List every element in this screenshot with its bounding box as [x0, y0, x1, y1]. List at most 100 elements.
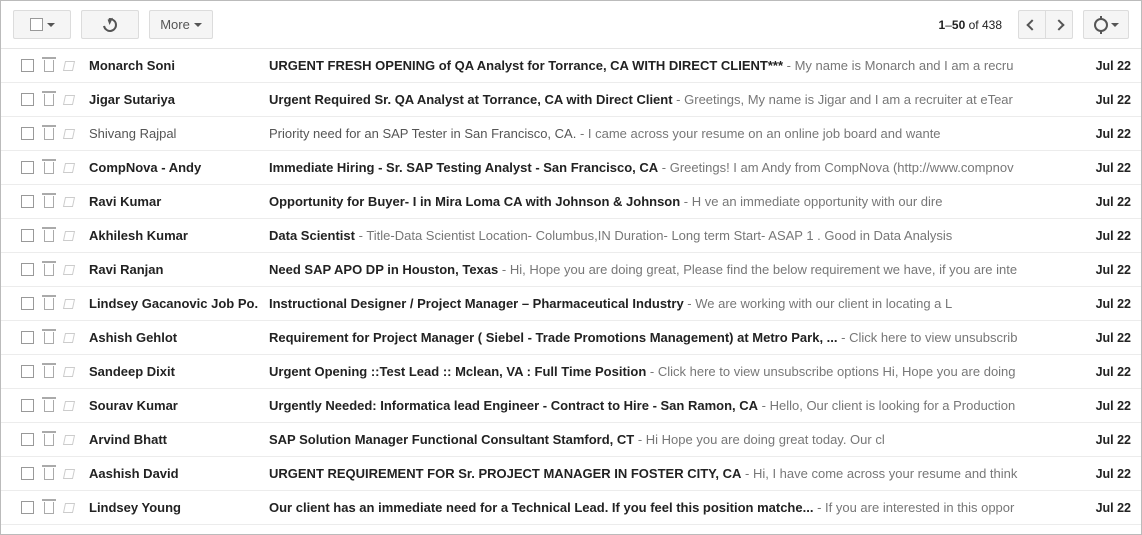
label-icon[interactable]	[63, 265, 75, 275]
label-icon[interactable]	[63, 129, 75, 139]
row-checkbox[interactable]	[21, 467, 34, 480]
email-date: Jul 22	[1067, 263, 1131, 277]
subject: Instructional Designer / Project Manager…	[269, 296, 684, 311]
snippet: Greetings! I am Andy from CompNova (http…	[670, 160, 1014, 175]
row-actions	[21, 161, 89, 174]
more-label: More	[160, 17, 190, 32]
email-row[interactable]: Sourav KumarUrgently Needed: Informatica…	[1, 389, 1141, 423]
subject: Urgent Opening ::Test Lead :: Mclean, VA…	[269, 364, 646, 379]
row-checkbox[interactable]	[21, 59, 34, 72]
email-row[interactable]: CompNova - AndyImmediate Hiring - Sr. SA…	[1, 151, 1141, 185]
trash-icon[interactable]	[44, 162, 54, 174]
trash-icon[interactable]	[44, 264, 54, 276]
email-row[interactable]: Shivang RajpalPriority need for an SAP T…	[1, 117, 1141, 151]
sender-name: Ravi Ranjan	[89, 262, 269, 277]
settings-button[interactable]	[1083, 10, 1129, 39]
refresh-button[interactable]	[81, 10, 139, 39]
row-actions	[21, 399, 89, 412]
label-icon[interactable]	[63, 435, 75, 445]
subject-snippet: Priority need for an SAP Tester in San F…	[269, 126, 1067, 141]
subject: Priority need for an SAP Tester in San F…	[269, 126, 576, 141]
row-actions	[21, 467, 89, 480]
email-row[interactable]: Ravi RanjanNeed SAP APO DP in Houston, T…	[1, 253, 1141, 287]
separator: -	[783, 58, 795, 73]
sender-name: Shivang Rajpal	[89, 126, 269, 141]
row-checkbox[interactable]	[21, 161, 34, 174]
trash-icon[interactable]	[44, 332, 54, 344]
next-page-button[interactable]	[1045, 10, 1073, 39]
email-row[interactable]: Arvind BhattSAP Solution Manager Functio…	[1, 423, 1141, 457]
snippet: Greetings, My name is Jigar and I am a r…	[684, 92, 1013, 107]
email-row[interactable]: Lindsey Gacanovic Job Po.Instructional D…	[1, 287, 1141, 321]
row-checkbox[interactable]	[21, 127, 34, 140]
trash-icon[interactable]	[44, 366, 54, 378]
email-row[interactable]: Ravi KumarOpportunity for Buyer- I in Mi…	[1, 185, 1141, 219]
subject-snippet: Opportunity for Buyer- I in Mira Loma CA…	[269, 194, 1067, 209]
checkbox-icon	[30, 18, 43, 31]
row-actions	[21, 433, 89, 446]
subject: Urgent Required Sr. QA Analyst at Torran…	[269, 92, 673, 107]
email-row[interactable]: Ashish GehlotRequirement for Project Man…	[1, 321, 1141, 355]
chevron-right-icon	[1053, 19, 1064, 30]
trash-icon[interactable]	[44, 434, 54, 446]
label-icon[interactable]	[63, 469, 75, 479]
row-checkbox[interactable]	[21, 229, 34, 242]
prev-page-button[interactable]	[1018, 10, 1046, 39]
label-icon[interactable]	[63, 163, 75, 173]
sender-name: Akhilesh Kumar	[89, 228, 269, 243]
email-date: Jul 22	[1067, 331, 1131, 345]
sender-name: Arvind Bhatt	[89, 432, 269, 447]
row-checkbox[interactable]	[21, 297, 34, 310]
row-checkbox[interactable]	[21, 263, 34, 276]
email-row[interactable]: Monarch SoniURGENT FRESH OPENING of QA A…	[1, 49, 1141, 83]
row-checkbox[interactable]	[21, 331, 34, 344]
label-icon[interactable]	[63, 333, 75, 343]
snippet: My name is Monarch and I am a recru	[795, 58, 1014, 73]
trash-icon[interactable]	[44, 94, 54, 106]
row-checkbox[interactable]	[21, 501, 34, 514]
more-button[interactable]: More	[149, 10, 213, 39]
email-row[interactable]: Sandeep DixitUrgent Opening ::Test Lead …	[1, 355, 1141, 389]
label-icon[interactable]	[63, 231, 75, 241]
trash-icon[interactable]	[44, 298, 54, 310]
subject-snippet: Data Scientist - Title-Data Scientist Lo…	[269, 228, 1067, 243]
subject-snippet: Requirement for Project Manager ( Siebel…	[269, 330, 1067, 345]
trash-icon[interactable]	[44, 230, 54, 242]
trash-icon[interactable]	[44, 60, 54, 72]
label-icon[interactable]	[63, 503, 75, 513]
label-icon[interactable]	[63, 401, 75, 411]
row-actions	[21, 331, 89, 344]
snippet: Click here to view unsubscribe options H…	[658, 364, 1016, 379]
trash-icon[interactable]	[44, 196, 54, 208]
row-checkbox[interactable]	[21, 399, 34, 412]
select-all-button[interactable]	[13, 10, 71, 39]
trash-icon[interactable]	[44, 468, 54, 480]
label-icon[interactable]	[63, 367, 75, 377]
subject-snippet: Urgent Required Sr. QA Analyst at Torran…	[269, 92, 1067, 107]
label-icon[interactable]	[63, 95, 75, 105]
email-row[interactable]: Jigar SutariyaUrgent Required Sr. QA Ana…	[1, 83, 1141, 117]
subject: Data Scientist	[269, 228, 355, 243]
row-checkbox[interactable]	[21, 195, 34, 208]
row-checkbox[interactable]	[21, 433, 34, 446]
subject: SAP Solution Manager Functional Consulta…	[269, 432, 634, 447]
label-icon[interactable]	[63, 197, 75, 207]
pagination-label: 1–50 of 438	[939, 18, 1002, 32]
sender-name: Sourav Kumar	[89, 398, 269, 413]
email-row[interactable]: Lindsey YoungOur client has an immediate…	[1, 491, 1141, 525]
row-checkbox[interactable]	[21, 365, 34, 378]
sender-name: Jigar Sutariya	[89, 92, 269, 107]
snippet: Click here to view unsubscrib	[849, 330, 1017, 345]
row-checkbox[interactable]	[21, 93, 34, 106]
email-date: Jul 22	[1067, 93, 1131, 107]
email-row[interactable]: Aashish DavidURGENT REQUIREMENT FOR Sr. …	[1, 457, 1141, 491]
label-icon[interactable]	[63, 299, 75, 309]
trash-icon[interactable]	[44, 128, 54, 140]
trash-icon[interactable]	[44, 502, 54, 514]
label-icon[interactable]	[63, 61, 75, 71]
subject-snippet: Urgent Opening ::Test Lead :: Mclean, VA…	[269, 364, 1067, 379]
row-actions	[21, 59, 89, 72]
email-row[interactable]: Akhilesh KumarData Scientist - Title-Dat…	[1, 219, 1141, 253]
trash-icon[interactable]	[44, 400, 54, 412]
range-total: 438	[982, 18, 1002, 32]
